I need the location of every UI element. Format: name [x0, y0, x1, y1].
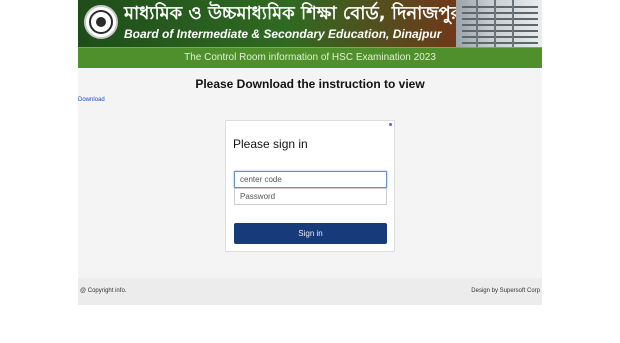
design-credit: Design by Supersoft Corp: [471, 288, 540, 294]
center-code-input[interactable]: [234, 171, 387, 188]
header-title-bangla: মাধ্যমিক ও উচ্চমাধ্যমিক শিক্ষা বোর্ড, দি…: [124, 3, 461, 24]
footer: @ Copyright info. Design by Supersoft Co…: [78, 278, 542, 305]
page-heading: Please Download the instruction to view: [195, 77, 425, 91]
card-corner-dot-icon: [389, 123, 392, 126]
page-container: মাধ্যমিক ও উচ্চমাধ্যমিক শিক্ষা বোর্ড, দি…: [78, 0, 542, 305]
header-subtitle-bar: The Control Room information of HSC Exam…: [78, 47, 542, 68]
header-subtitle: The Control Room information of HSC Exam…: [184, 52, 436, 63]
signin-title: Please sign in: [233, 137, 308, 151]
download-link[interactable]: Download: [78, 97, 105, 103]
board-emblem-icon: [84, 5, 118, 39]
header-title-english: Board of Intermediate & Secondary Educat…: [124, 27, 442, 41]
signin-form: Please sign in Sign in: [225, 120, 395, 252]
sign-in-button[interactable]: Sign in: [234, 223, 387, 244]
copyright-text: @ Copyright info.: [80, 288, 127, 294]
header-banner: মাধ্যমিক ও উচ্চমাধ্যমিক শিক্ষা বোর্ড, দি…: [78, 0, 542, 47]
password-input[interactable]: [234, 188, 387, 205]
building-image: [456, 0, 542, 47]
